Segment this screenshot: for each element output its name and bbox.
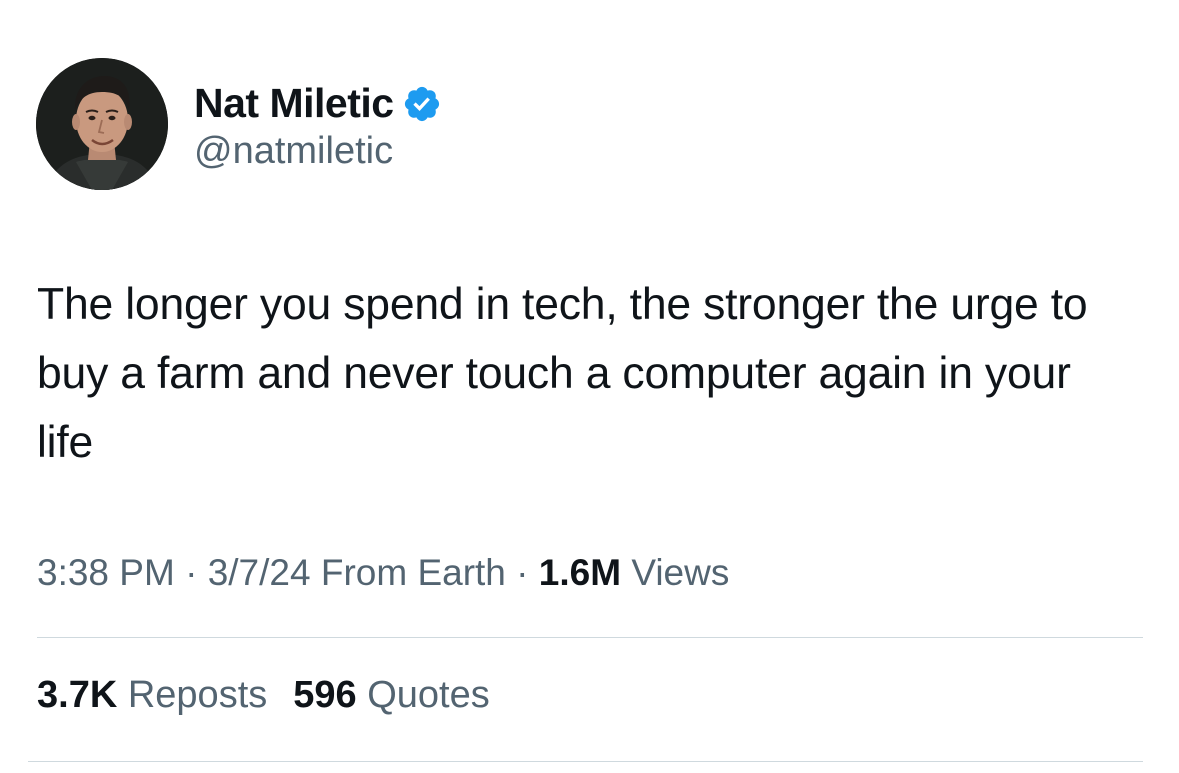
quotes-label: Quotes [367,674,490,716]
views-label: Views [631,552,730,593]
divider [28,761,1143,762]
author-names: Nat Miletic @natmiletic [194,76,442,173]
avatar[interactable] [36,58,168,190]
views-count: 1.6M [538,552,622,593]
reposts-label: Reposts [127,674,268,716]
tweet-date[interactable]: 3/7/24 [208,552,311,593]
tweet-header: Nat Miletic @natmiletic [36,58,442,190]
divider [37,637,1143,638]
quotes-link[interactable]: 596 Quotes [293,674,490,716]
display-name-row: Nat Miletic [194,76,442,132]
avatar-portrait [36,58,168,190]
meta-separator: · [185,552,198,593]
reposts-count: 3.7K [37,674,118,716]
tweet-meta: 3:38 PM · 3/7/24 From Earth · 1.6M Views [37,552,729,594]
meta-separator: · [516,552,529,593]
reposts-link[interactable]: 3.7K Reposts [37,674,267,716]
quotes-count: 596 [293,674,357,716]
author-handle[interactable]: @natmiletic [194,130,442,173]
tweet-stats: 3.7K Reposts 596 Quotes [37,674,490,717]
verified-badge-icon[interactable] [402,84,442,124]
tweet-time[interactable]: 3:38 PM [37,552,175,593]
display-name[interactable]: Nat Miletic [194,80,394,127]
tweet-source: From Earth [320,552,506,593]
tweet-card: Nat Miletic @natmiletic The longer you s… [0,0,1179,773]
tweet-text: The longer you spend in tech, the strong… [37,280,1088,467]
